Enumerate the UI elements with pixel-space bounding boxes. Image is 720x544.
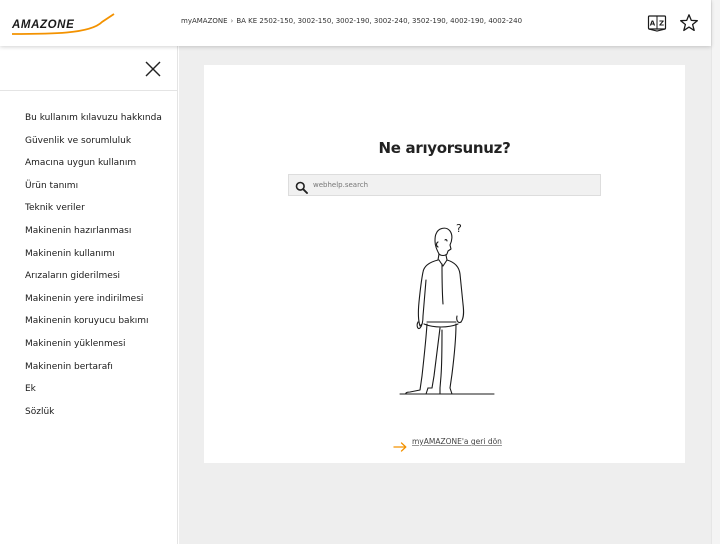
breadcrumb: myAMAZONE › BA KE 2502-150, 3002-150, 3002… [181, 17, 522, 25]
sidebar-item-disposal[interactable]: Makinenin bertarafı [25, 361, 162, 384]
star-icon[interactable] [679, 13, 699, 33]
sidebar-item-about-manual[interactable]: Bu kullanım kılavuzu hakkında [25, 112, 162, 135]
main-content: Ne arıyorsunuz? webhelp.search ? myAMAZO… [179, 46, 711, 544]
sidebar-top-bar [0, 46, 177, 91]
sidebar-item-maintenance[interactable]: Makinenin koruyucu bakımı [25, 315, 162, 338]
logo-text: AMAZONE [11, 19, 74, 31]
thinking-person-illustration: ? [390, 220, 500, 400]
dictionary-icon[interactable]: A Z [647, 13, 667, 33]
svg-text:A: A [650, 20, 656, 28]
svg-text:Z: Z [659, 20, 664, 28]
page-title: Ne arıyorsunuz? [378, 139, 511, 157]
logo-graphic: AMAZONE [11, 13, 115, 35]
sidebar-item-glossary[interactable]: Sözlük [25, 406, 162, 429]
sidebar-item-appendix[interactable]: Ek [25, 383, 162, 406]
search-card: Ne arıyorsunuz? webhelp.search ? myAMAZO… [204, 65, 685, 463]
question-mark: ? [456, 222, 462, 235]
sidebar-item-preparing-machine[interactable]: Makinenin hazırlanması [25, 225, 162, 248]
search-icon [295, 179, 308, 194]
page-scrollbar[interactable] [711, 0, 720, 544]
arrow-right-icon [393, 437, 407, 452]
sidebar-item-product-description[interactable]: Ürün tanımı [25, 180, 162, 203]
breadcrumb-current: BA KE 2502-150, 3002-150, 3002-190, 3002… [236, 17, 523, 25]
top-header: AMAZONE myAMAZONE › BA KE 2502-150, 3002-1… [0, 0, 711, 46]
sidebar: Bu kullanım kılavuzu hakkında Güvenlik v… [0, 46, 178, 544]
search-box[interactable] [288, 174, 601, 196]
back-to-myamazone-link[interactable]: myAMAZONE'a geri dön [393, 431, 502, 452]
sidebar-item-using-machine[interactable]: Makinenin kullanımı [25, 248, 162, 271]
sidebar-item-technical-data[interactable]: Teknik veriler [25, 202, 162, 225]
close-icon[interactable] [144, 60, 162, 78]
breadcrumb-home-link[interactable]: myAMAZONE [181, 17, 228, 25]
sidebar-item-safety[interactable]: Güvenlik ve sorumluluk [25, 135, 162, 158]
sidebar-item-intended-use[interactable]: Amacına uygun kullanım [25, 157, 162, 180]
sidebar-item-parking-machine[interactable]: Makinenin yere indirilmesi [25, 293, 162, 316]
amazone-logo[interactable]: AMAZONE [10, 12, 116, 38]
sidebar-item-loading-machine[interactable]: Makinenin yüklenmesi [25, 338, 162, 361]
sidebar-item-troubleshooting[interactable]: Arızaların giderilmesi [25, 270, 162, 293]
sidebar-nav: Bu kullanım kılavuzu hakkında Güvenlik v… [25, 112, 162, 428]
search-input[interactable] [313, 175, 598, 195]
breadcrumb-separator: › [230, 17, 234, 25]
back-link-label: myAMAZONE'a geri dön [412, 437, 502, 446]
